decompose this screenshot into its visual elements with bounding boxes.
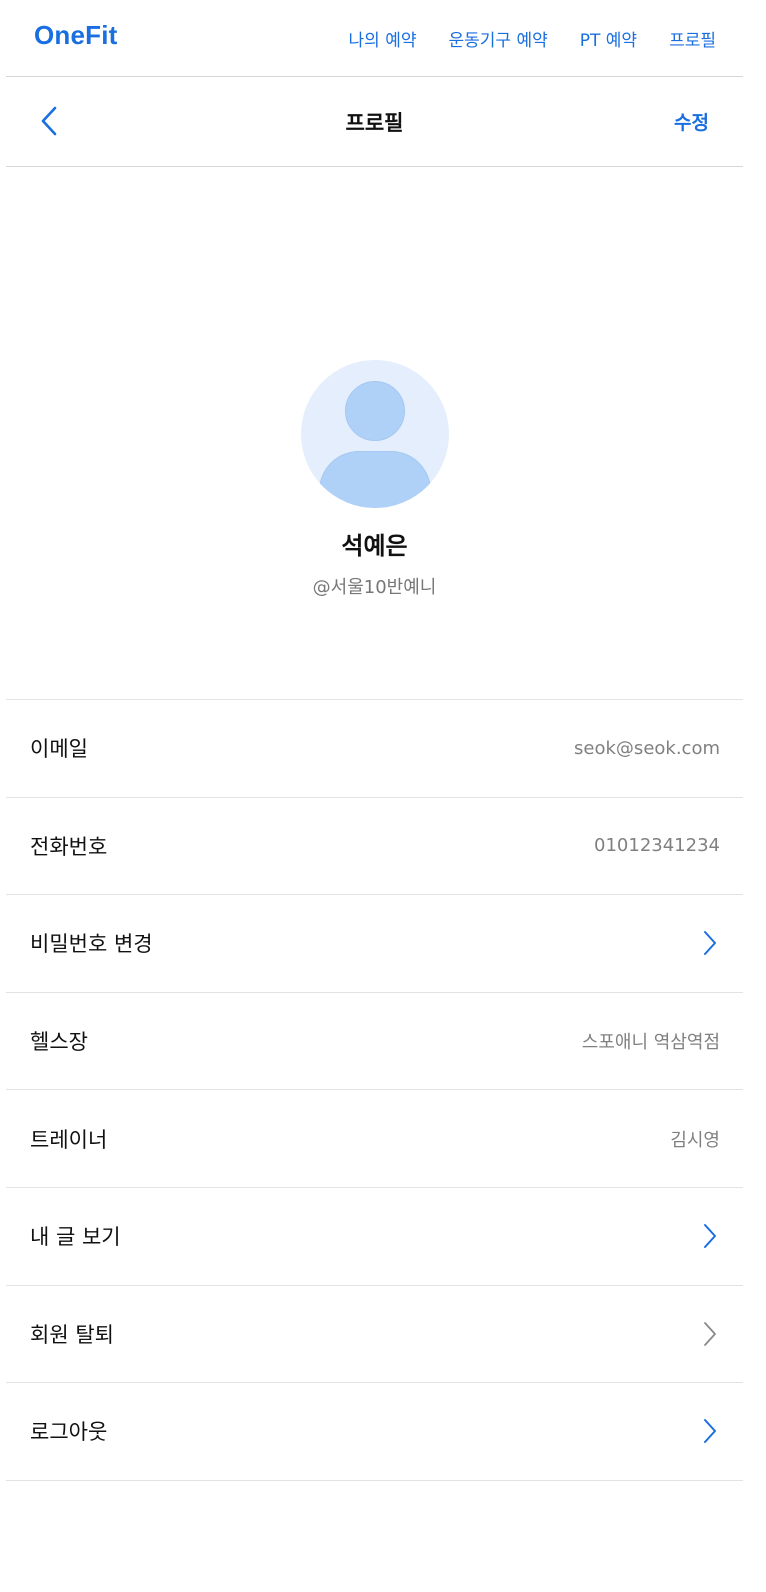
avatar-head	[345, 381, 405, 441]
row-label: 로그아웃	[30, 1420, 108, 1445]
app-frame: OneFit 나의 예약 운동기구 예약 PT 예약 프로필 프로필 수정 석예…	[6, 0, 743, 1592]
chevron-right-icon[interactable]	[700, 1320, 720, 1348]
nav-link-my-reservations[interactable]: 나의 예약	[349, 26, 417, 51]
brand-logo[interactable]: OneFit	[34, 20, 118, 51]
row-label: 전화번호	[30, 834, 108, 859]
row-value: 01012341234	[594, 835, 720, 857]
nav-links: 나의 예약 운동기구 예약 PT 예약 프로필	[349, 26, 716, 51]
nav-link-pt-reservation[interactable]: PT 예약	[580, 26, 637, 51]
edit-button[interactable]: 수정	[674, 108, 709, 135]
avatar-body	[319, 451, 431, 508]
profile-settings-list: 이메일 seok@seok.com 전화번호 01012341234 비밀번호 …	[6, 699, 743, 1481]
page-title: 프로필	[345, 111, 404, 135]
row-gym: 헬스장 스포애니 역삼역점	[6, 993, 743, 1091]
row-label: 내 글 보기	[30, 1225, 121, 1250]
row-value: 스포애니 역삼역점	[581, 1032, 720, 1054]
row-label: 헬스장	[30, 1030, 88, 1055]
nav-link-profile[interactable]: 프로필	[669, 26, 716, 51]
row-change-password[interactable]: 비밀번호 변경	[6, 895, 743, 993]
profile-name: 석예은	[341, 532, 408, 560]
row-my-posts[interactable]: 내 글 보기	[6, 1188, 743, 1286]
row-value: 김시영	[670, 1129, 720, 1151]
row-trainer: 트레이너 김시영	[6, 1090, 743, 1188]
avatar	[301, 360, 449, 508]
row-withdraw[interactable]: 회원 탈퇴	[6, 1286, 743, 1384]
row-logout[interactable]: 로그아웃	[6, 1383, 743, 1481]
row-value: seok@seok.com	[574, 737, 720, 759]
row-label: 트레이너	[30, 1127, 108, 1152]
row-email: 이메일 seok@seok.com	[6, 700, 743, 798]
nav-link-equipment-reservation[interactable]: 운동기구 예약	[449, 26, 548, 51]
chevron-right-icon[interactable]	[700, 929, 720, 957]
row-label: 비밀번호 변경	[30, 932, 153, 957]
row-phone: 전화번호 01012341234	[6, 798, 743, 896]
chevron-right-icon[interactable]	[700, 1222, 720, 1250]
page-header: 프로필 수정	[6, 77, 743, 167]
profile-handle: @서울10반예니	[312, 577, 437, 598]
row-label: 이메일	[30, 737, 88, 762]
top-nav: OneFit 나의 예약 운동기구 예약 PT 예약 프로필	[6, 0, 743, 77]
chevron-right-icon[interactable]	[700, 1417, 720, 1445]
row-label: 회원 탈퇴	[30, 1322, 114, 1347]
